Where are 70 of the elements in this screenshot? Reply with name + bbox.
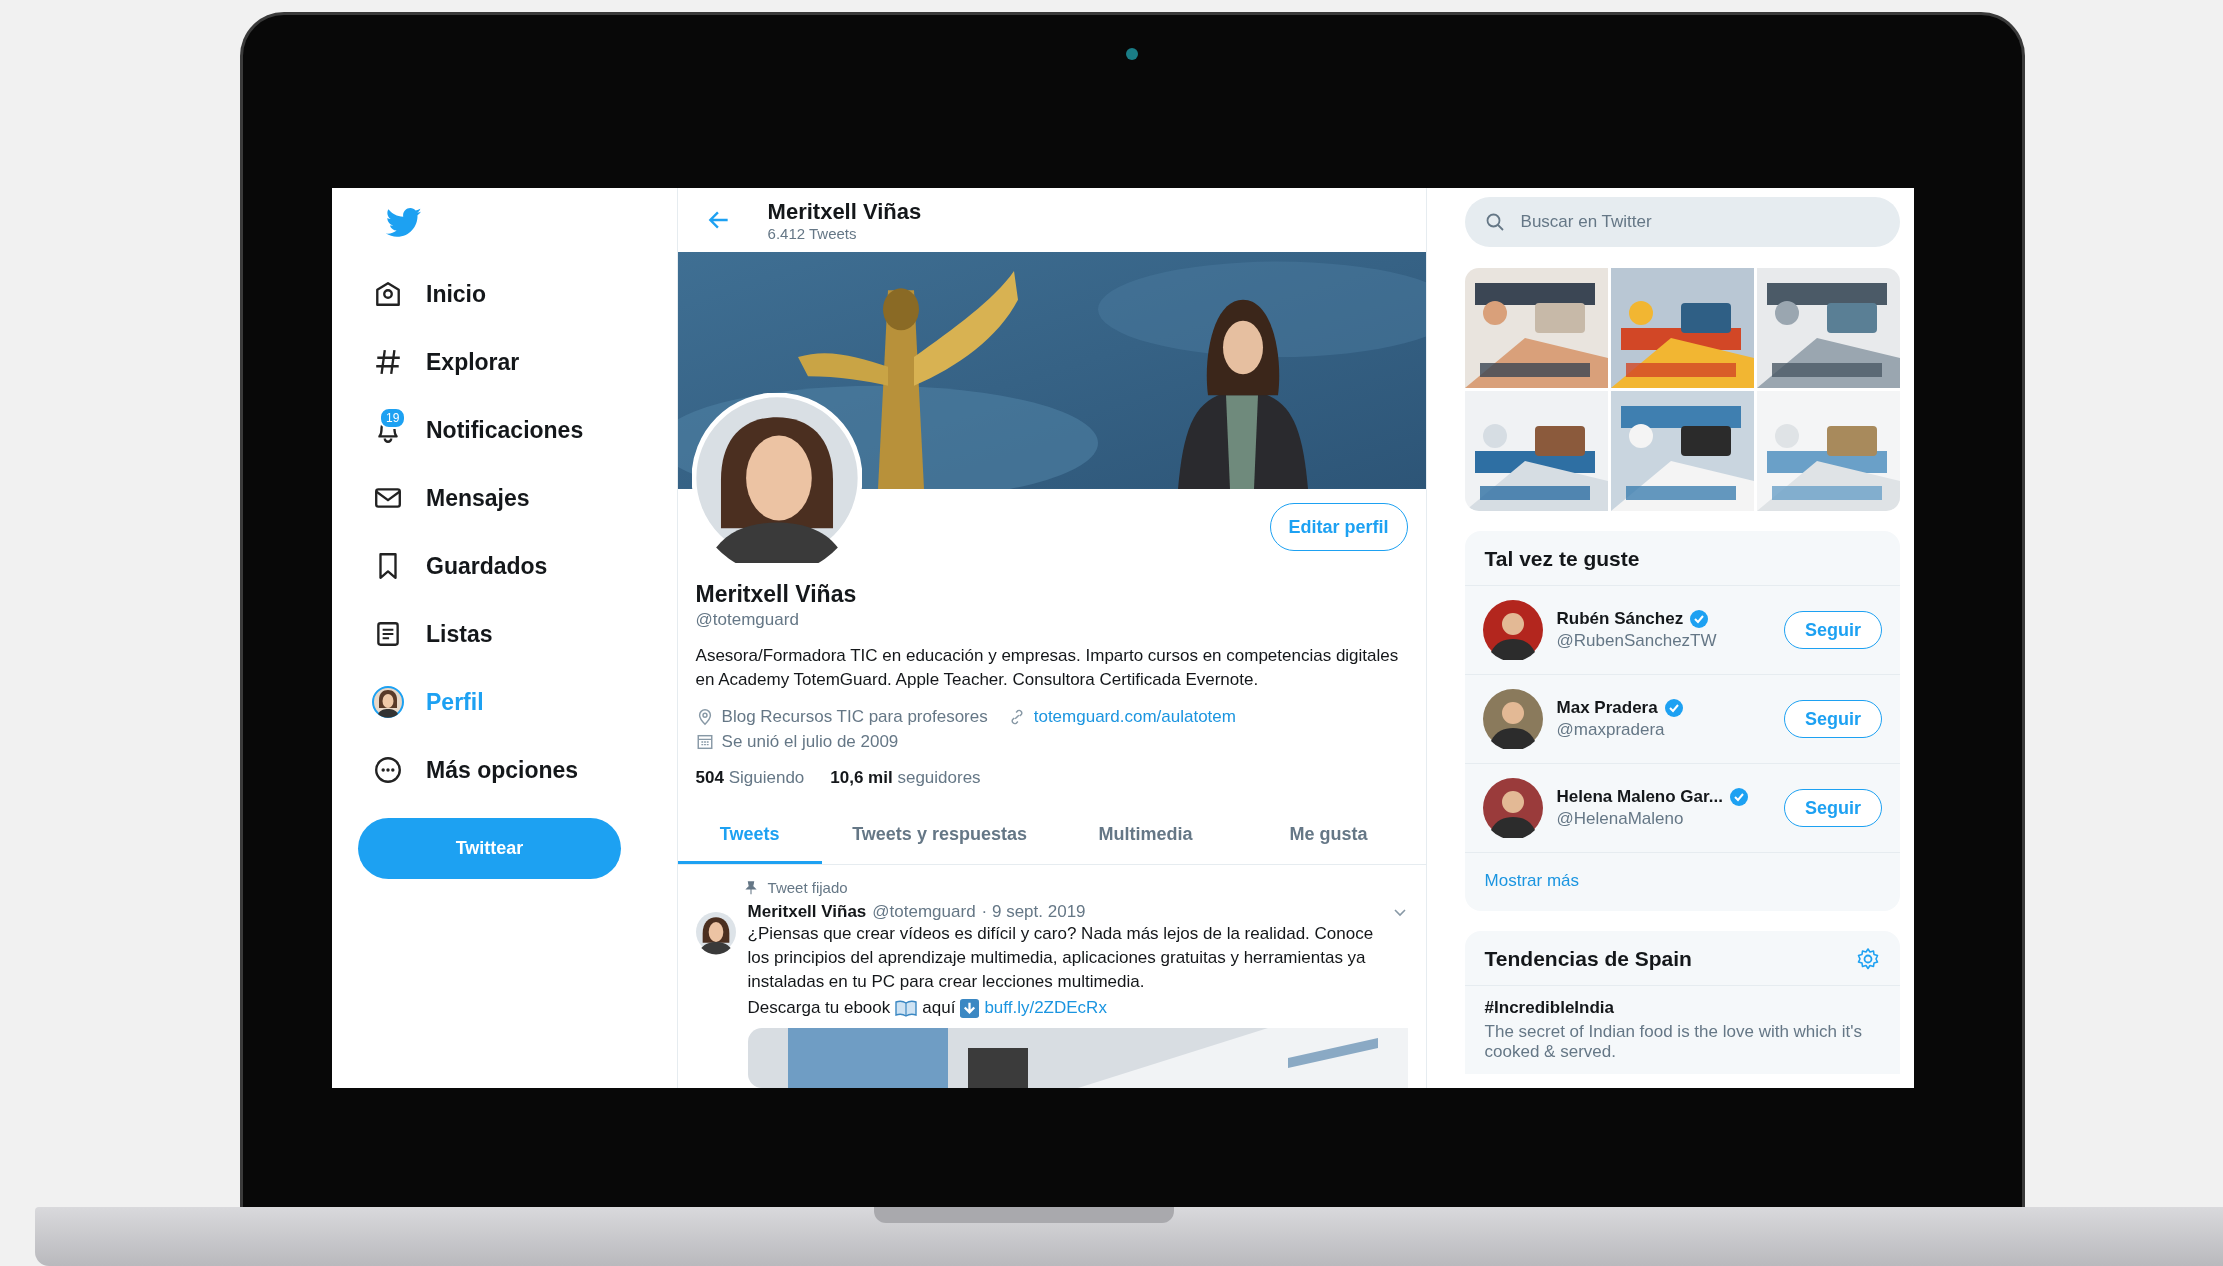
profile-handle: @totemguard [695,610,800,630]
follow-button[interactable]: Seguir [1784,611,1882,649]
notification-count: 19 [379,407,407,429]
nav-item[interactable]: Mensajes [358,464,677,532]
nav-label: Inicio [426,280,487,308]
avatar [1482,600,1543,660]
user-handle: @RubenSanchezTW [1556,631,1718,651]
follow-button[interactable]: Seguir [1784,789,1882,827]
profile-location: Blog Recursos TIC para profesores [721,706,988,728]
nav-item[interactable]: Perfil [358,668,677,736]
avatar [1482,689,1543,749]
webcam-dot [1126,48,1138,60]
user-name: Helena Maleno Gar... [1556,787,1723,807]
profile-tab[interactable]: Tweets y respuestas [821,810,1058,864]
nav-item[interactable]: Inicio [358,260,677,328]
nav-label: Listas [426,620,493,648]
tweet-handle: @totemguard [872,902,976,922]
show-more-link[interactable]: Mostrar más [1464,853,1900,911]
home-icon [373,279,403,309]
profile-tab[interactable]: Tweets [677,810,822,864]
nav-label: Guardados [426,552,548,580]
more-icon [373,755,403,785]
following-link[interactable]: 504 Siguiendo [695,768,805,788]
tweet-button[interactable]: Twittear [358,818,621,879]
tweet-text: Descarga tu ebook [747,997,891,1019]
user-name: Max Pradera [1556,698,1658,718]
nav-label: Más opciones [426,756,579,784]
trend-name[interactable]: #IncredibleIndia [1484,998,1880,1018]
trend-description: The secret of Indian food is the love with which it's cooked & served. [1484,1022,1863,1062]
followers-link[interactable]: 10,6 mil seguidores [830,768,981,788]
book-icon [895,999,918,1017]
user-handle: @maxpradera [1556,720,1666,740]
nav-item[interactable]: Más opciones [358,736,677,804]
bird-logo-icon[interactable] [386,208,422,238]
search-field[interactable]: Buscar en Twitter [1464,197,1900,247]
user-handle: @HelenaMaleno [1556,809,1685,829]
hashtag-icon [373,347,403,377]
profile-tab[interactable]: Multimedia [1057,810,1234,864]
avatar [1482,778,1543,838]
avatar [372,686,404,718]
nav-label: Explorar [426,348,520,376]
user-name: Rubén Sánchez [1556,609,1684,629]
tweet-text: aquí [922,997,956,1019]
nav-item[interactable]: Guardados [358,532,677,600]
profile-website-link[interactable]: totemguard.com/aulatotem [1033,704,1236,729]
profile-title: Meritxell Viñas [767,198,922,225]
nav-label: Mensajes [426,484,530,512]
profile-joined-date: Se unió el julio de 2009 [721,731,899,753]
tweet-link[interactable]: buff.ly/2ZDEcRx [984,996,1107,1020]
settings-icon[interactable] [1856,947,1880,971]
search-icon [1484,212,1505,232]
profile-bio: Asesora/Formadora TIC en educación y empresas. Imparto cursos en competencias digitales en Academy TotemGuard. Apple Teacher. Consultora Certificada Evernote. [695,645,1400,691]
tweet-count: 6.412 Tweets [767,224,858,242]
tweet-text: ¿Piensas que crear vídeos es difícil y caro? Nada más lejos de la realidad. Conoce los principios del aprendizaje multimedia, aplicaciones gratuitas y herramientas ya instaladas en tu PC para crear lecciones multimedia. [747,923,1375,993]
tweet-author: Meritxell Viñas [747,902,867,922]
profile-name: Meritxell Viñas [695,581,858,608]
profile-tab[interactable]: Me gusta [1233,810,1424,864]
nav-item[interactable]: 19 Notificaciones [358,396,677,464]
card-title: Tendencias de Spain [1484,947,1692,971]
card-title: Tal vez te guste [1464,531,1900,586]
nav-item[interactable]: Listas [358,600,677,668]
nav-item[interactable]: Explorar [358,328,677,396]
pinned-label: Tweet fijado [767,879,848,896]
follow-button[interactable]: Seguir [1784,700,1882,738]
calendar-icon [695,732,714,751]
edit-profile-button[interactable]: Editar perfil [1269,503,1408,551]
tweet-date: · 9 sept. 2019 [981,902,1086,922]
pin-icon [743,880,758,895]
nav-label: Notificaciones [426,416,584,444]
nav-label: Perfil [426,688,484,716]
